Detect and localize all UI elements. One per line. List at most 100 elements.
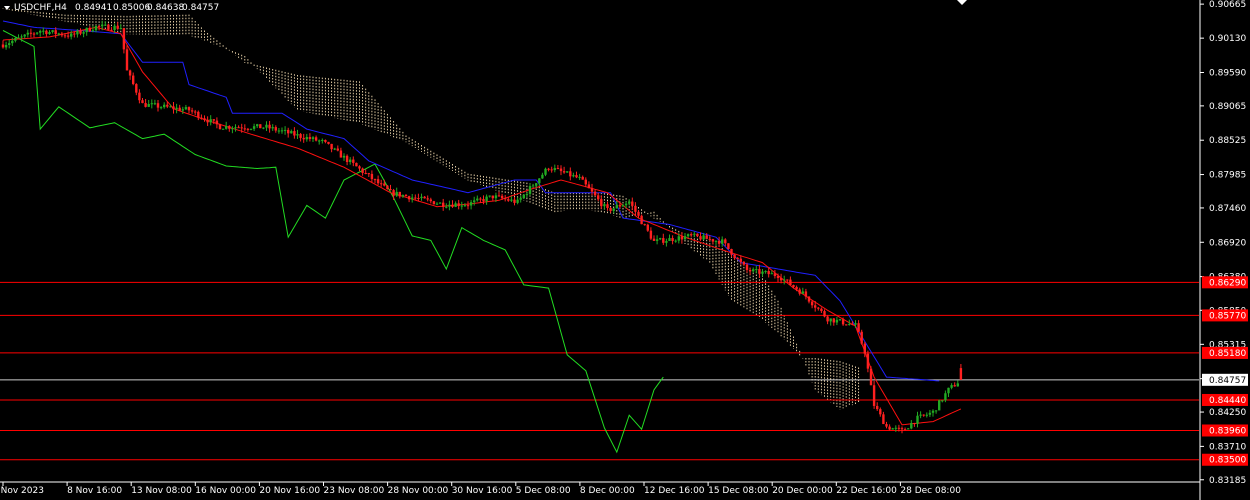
- candle-body: [432, 201, 436, 205]
- candle-body: [327, 141, 330, 144]
- candle-body: [900, 428, 904, 430]
- time-label: 28 Dec 08:00: [900, 486, 961, 496]
- chart-window[interactable]: 0.90665 0.90130 0.89590 0.89065 0.88525 0.879…: [0, 0, 1250, 500]
- candle-body: [544, 168, 547, 175]
- candle-body: [476, 198, 479, 201]
- candle-body: [866, 353, 870, 369]
- candle-body: [637, 211, 640, 216]
- candle-body: [324, 139, 327, 142]
- candle-body: [398, 191, 401, 197]
- candle-body: [342, 155, 346, 158]
- candle-body: [832, 318, 835, 323]
- usdchf-h4-chart[interactable]: 0.90665 0.90130 0.89590 0.89065 0.88525 0.879…: [0, 0, 1250, 500]
- candle-body: [773, 273, 777, 276]
- candle-body: [119, 28, 122, 30]
- candle-body: [820, 308, 823, 312]
- time-label: 22 Dec 16:00: [836, 486, 897, 496]
- candle-body: [590, 188, 594, 192]
- candle-body: [680, 236, 684, 240]
- candle-body: [810, 301, 814, 306]
- candle-body: [581, 176, 584, 180]
- candle-body: [401, 195, 405, 197]
- candle-body: [51, 30, 54, 32]
- candle-body: [494, 195, 498, 199]
- candle-body: [200, 117, 203, 119]
- candle-body: [559, 168, 563, 172]
- candle-body: [745, 264, 749, 270]
- candle-body: [510, 199, 513, 201]
- chikou-span-line: [2, 30, 664, 454]
- candle-body: [280, 130, 284, 132]
- open-value: 0.84941: [75, 3, 112, 13]
- candle-body: [931, 410, 935, 413]
- candle-body: [215, 120, 219, 125]
- candle-body: [39, 30, 42, 33]
- candle-body: [603, 204, 606, 207]
- candle-body: [727, 243, 730, 249]
- candle-body: [482, 199, 485, 202]
- candle-body: [860, 331, 863, 344]
- candle-body: [767, 271, 770, 275]
- price-tick-label: 0.87460: [1209, 204, 1246, 214]
- candle-body: [690, 234, 693, 236]
- candle-body: [513, 199, 516, 203]
- candle-body: [686, 234, 690, 237]
- candle-body: [373, 179, 377, 181]
- candle-body: [593, 191, 597, 196]
- candle-body: [265, 124, 268, 128]
- candle-body: [711, 239, 715, 242]
- candle-body: [652, 238, 656, 241]
- candle-body: [128, 70, 132, 76]
- candle-body: [913, 423, 916, 425]
- candle-body: [699, 236, 702, 240]
- chart-shift-triangle-icon[interactable]: [957, 0, 967, 5]
- candle-body: [330, 143, 333, 150]
- candle-body: [26, 32, 29, 35]
- candle-body: [804, 291, 808, 297]
- candle-body: [959, 368, 963, 380]
- candle-body: [662, 238, 665, 243]
- low-value: 0.84638: [147, 3, 184, 13]
- time-label: 5 Dec 08:00: [516, 486, 571, 496]
- time-label: 12 Dec 16:00: [644, 486, 705, 496]
- candle-body: [147, 103, 150, 107]
- candle-body: [556, 168, 560, 170]
- candle-body: [925, 414, 928, 416]
- candle-body: [209, 119, 212, 123]
- candle-body: [535, 183, 538, 186]
- candle-body: [776, 275, 780, 279]
- candle-body: [314, 137, 318, 141]
- candle-body: [473, 200, 476, 203]
- candle-body: [252, 126, 256, 129]
- candle-body: [63, 35, 67, 37]
- candle-body: [355, 162, 358, 167]
- candle-body: [566, 171, 569, 173]
- candle-body: [606, 204, 609, 208]
- candle-body: [271, 127, 274, 129]
- candle-body: [435, 203, 439, 205]
- candle-body: [23, 34, 26, 37]
- candle-body: [876, 405, 879, 410]
- candle-body: [274, 127, 277, 131]
- candle-body: [169, 106, 172, 108]
- candle-body: [733, 254, 736, 259]
- candle-body: [547, 168, 550, 170]
- candle-body: [73, 33, 76, 35]
- tenkan-sen-line: [2, 26, 962, 426]
- price-tick-label: 0.90665: [1209, 0, 1246, 10]
- candle-body: [414, 197, 417, 199]
- candle-body: [420, 196, 423, 199]
- candle-body: [442, 202, 445, 207]
- candle-body: [438, 202, 442, 204]
- candle-body: [364, 172, 367, 174]
- candle-body: [758, 269, 761, 274]
- candle-body: [944, 393, 947, 401]
- candle-body: [541, 174, 544, 179]
- candle-body: [851, 323, 854, 325]
- candle-body: [234, 127, 237, 129]
- candle-body: [42, 30, 45, 32]
- candle-body: [159, 107, 163, 109]
- candle-body: [321, 139, 324, 141]
- candle-body: [764, 271, 767, 273]
- candle-body: [194, 111, 197, 113]
